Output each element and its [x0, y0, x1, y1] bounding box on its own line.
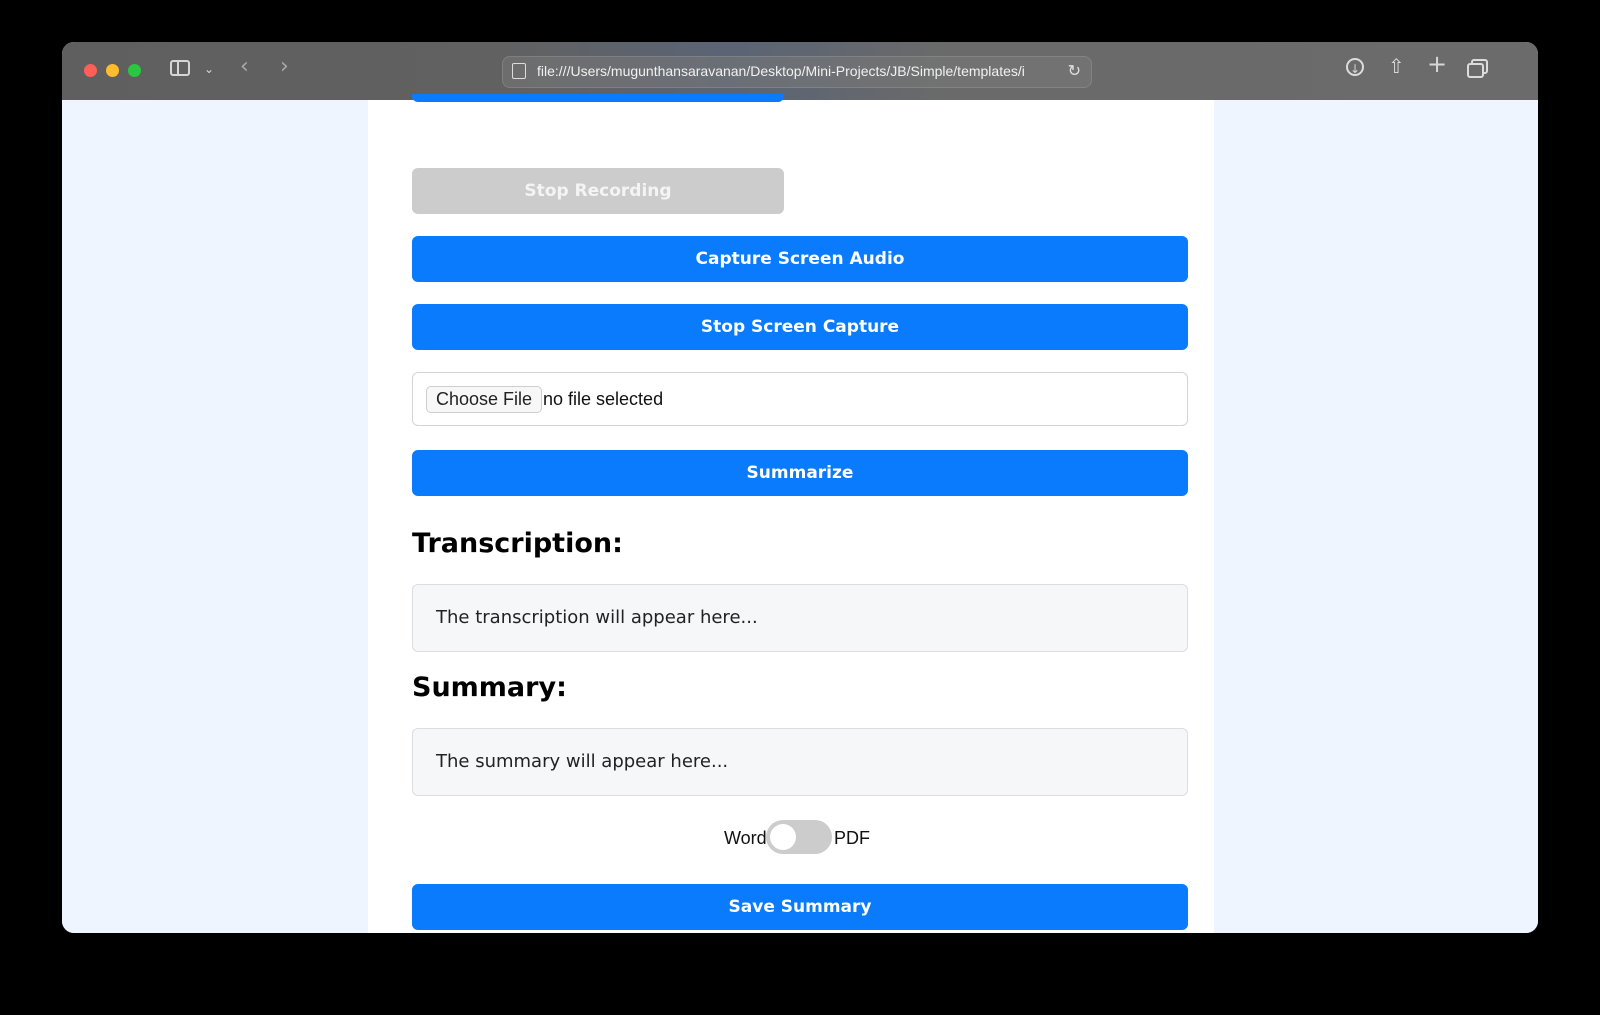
toggle-knob	[770, 824, 796, 850]
reload-icon[interactable]: ↻	[1068, 61, 1081, 80]
file-input[interactable]: Choose File no file selected	[412, 372, 1188, 426]
url-text[interactable]: file:///Users/mugunthansaravanan/Desktop…	[537, 63, 1057, 79]
tab-overview-icon[interactable]	[1467, 59, 1488, 78]
browser-toolbar: ⌄ ‹ › file:///Users/mugunthansaravanan/D…	[62, 42, 1538, 101]
file-status-text: no file selected	[543, 389, 664, 409]
capture-screen-audio-button[interactable]: Capture Screen Audio	[412, 236, 1188, 282]
download-icon[interactable]: ↓	[1346, 58, 1364, 76]
transcription-output: The transcription will appear here...	[412, 584, 1188, 652]
browser-window: ⌄ ‹ › file:///Users/mugunthansaravanan/D…	[62, 42, 1538, 933]
transcription-heading: Transcription:	[412, 528, 623, 559]
stop-recording-button[interactable]: Stop Recording	[412, 168, 784, 214]
back-icon[interactable]: ‹	[240, 56, 249, 78]
summary-output: The summary will appear here...	[412, 728, 1188, 796]
zoom-window-button[interactable]	[128, 64, 141, 77]
page-viewport: Stop Recording Capture Screen Audio Stop…	[62, 94, 1538, 933]
pdf-label: PDF	[834, 828, 870, 848]
share-icon[interactable]: ⇧	[1388, 56, 1405, 76]
summary-heading: Summary:	[412, 672, 567, 703]
choose-file-button[interactable]: Choose File	[426, 386, 543, 413]
main-card: Stop Recording Capture Screen Audio Stop…	[368, 94, 1214, 933]
format-toggle-switch[interactable]	[766, 820, 832, 854]
start-recording-button[interactable]	[412, 94, 784, 102]
sidebar-toggle-icon[interactable]	[170, 60, 190, 76]
minimize-window-button[interactable]	[106, 64, 119, 77]
page-icon	[512, 63, 526, 79]
close-window-button[interactable]	[84, 64, 97, 77]
save-summary-button[interactable]: Save Summary	[412, 884, 1188, 930]
chevron-down-icon[interactable]: ⌄	[204, 59, 214, 79]
address-bar[interactable]: file:///Users/mugunthansaravanan/Desktop…	[502, 56, 1092, 88]
word-label: Word	[724, 828, 767, 848]
stop-screen-capture-button[interactable]: Stop Screen Capture	[412, 304, 1188, 350]
forward-icon[interactable]: ›	[280, 56, 289, 78]
new-tab-icon[interactable]: +	[1427, 52, 1447, 76]
summarize-button[interactable]: Summarize	[412, 450, 1188, 496]
